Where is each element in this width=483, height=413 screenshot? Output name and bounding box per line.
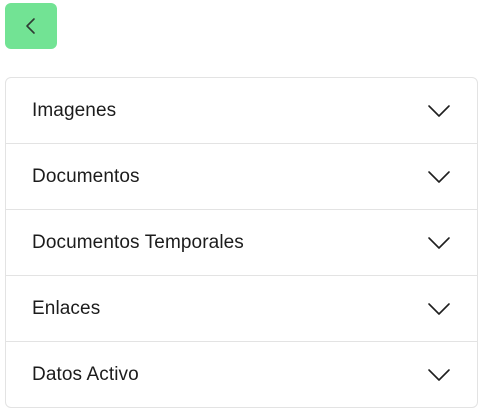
accordion-item-label: Documentos [32, 165, 140, 187]
accordion-item-enlaces[interactable]: Enlaces [6, 276, 477, 342]
accordion-item-label: Imagenes [32, 99, 117, 121]
accordion-item-imagenes[interactable]: Imagenes [6, 78, 477, 144]
accordion-item-label: Documentos Temporales [32, 231, 244, 253]
chevron-down-icon [427, 170, 451, 184]
accordion-item-label: Datos Activo [32, 363, 139, 385]
chevron-down-icon [427, 104, 451, 118]
back-button[interactable] [5, 3, 57, 49]
chevron-left-icon [24, 16, 38, 36]
accordion-item-label: Enlaces [32, 297, 101, 319]
chevron-down-icon [427, 236, 451, 250]
accordion-item-datos-activo[interactable]: Datos Activo [6, 342, 477, 407]
accordion-item-documentos-temporales[interactable]: Documentos Temporales [6, 210, 477, 276]
accordion-item-documentos[interactable]: Documentos [6, 144, 477, 210]
chevron-down-icon [427, 302, 451, 316]
chevron-down-icon [427, 368, 451, 382]
accordion: Imagenes Documentos Documentos Temporale… [5, 77, 478, 408]
